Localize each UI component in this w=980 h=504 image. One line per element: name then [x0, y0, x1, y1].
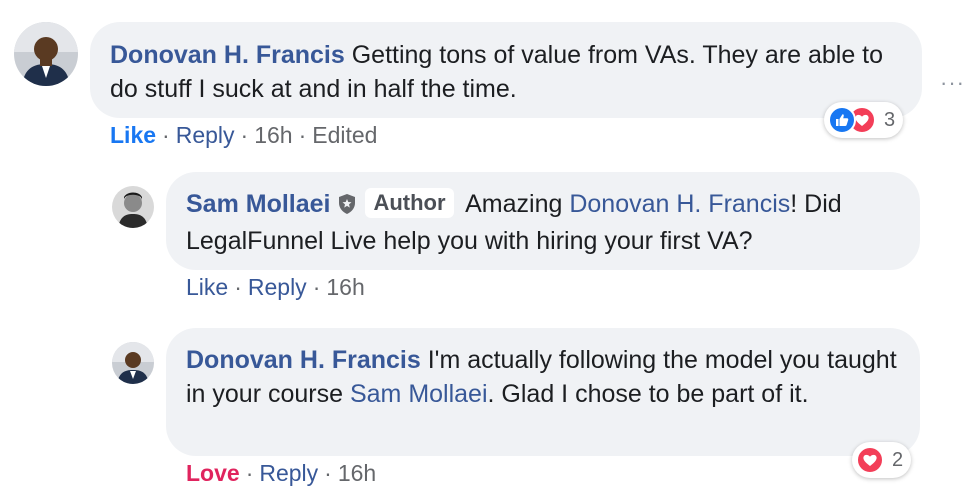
avatar-donovan[interactable] — [112, 342, 154, 384]
separator: · — [312, 274, 321, 300]
shield-icon — [337, 190, 357, 224]
reaction-count: 2 — [892, 448, 904, 471]
reply-button[interactable]: Reply — [176, 122, 235, 148]
comment-author[interactable]: Donovan H. Francis — [110, 41, 345, 69]
reply-actions: Like · Reply · 16h — [186, 274, 365, 301]
timestamp[interactable]: 16h — [254, 122, 292, 148]
comment-text: Donovan H. Francis Getting tons of value… — [110, 38, 902, 106]
reply-button[interactable]: Reply — [259, 460, 318, 486]
reactions-summary[interactable]: 3 — [824, 102, 904, 138]
reply-author[interactable]: Sam Mollaei — [186, 190, 331, 218]
timestamp[interactable]: 16h — [338, 460, 376, 486]
avatar-donovan[interactable] — [14, 22, 78, 86]
reply-author[interactable]: Donovan H. Francis — [186, 346, 421, 374]
reply-actions: Love · Reply · 16h — [186, 460, 376, 487]
separator: · — [240, 122, 249, 148]
avatar-sam[interactable] — [112, 186, 154, 228]
separator: · — [324, 460, 332, 486]
separator: · — [245, 460, 254, 486]
reactions-summary[interactable]: 2 — [852, 442, 912, 478]
author-badge: Author — [365, 188, 454, 218]
like-icon — [828, 106, 856, 134]
mention-link[interactable]: Donovan H. Francis — [569, 190, 790, 218]
reply-body-end: . Glad I chose to be part of it. — [487, 380, 809, 408]
reply-bubble: Donovan H. Francis I'm actually followin… — [166, 328, 920, 456]
more-options-icon[interactable]: ··· — [940, 70, 965, 96]
reaction-count: 3 — [884, 108, 896, 131]
mention-link[interactable]: Sam Mollaei — [350, 380, 488, 408]
reply-body-start: Amazing — [465, 190, 570, 218]
reply-text: Donovan H. Francis I'm actually followin… — [186, 343, 900, 411]
separator: · — [162, 122, 170, 148]
reply-bubble: Sam Mollaei Author Amazing Donovan H. Fr… — [166, 172, 920, 270]
separator: · — [298, 122, 307, 148]
comment-actions: Like · Reply · 16h · Edited — [110, 122, 377, 149]
like-button[interactable]: Like — [186, 274, 228, 300]
like-button[interactable]: Like — [110, 122, 156, 148]
edited-label[interactable]: Edited — [312, 122, 377, 148]
reply-text: Sam Mollaei Author Amazing Donovan H. Fr… — [186, 187, 900, 258]
timestamp[interactable]: 16h — [326, 274, 364, 300]
love-icon — [856, 446, 884, 474]
love-button[interactable]: Love — [186, 460, 240, 486]
separator: · — [234, 274, 242, 300]
comment-bubble: Donovan H. Francis Getting tons of value… — [90, 22, 922, 118]
reply-button[interactable]: Reply — [248, 274, 307, 300]
